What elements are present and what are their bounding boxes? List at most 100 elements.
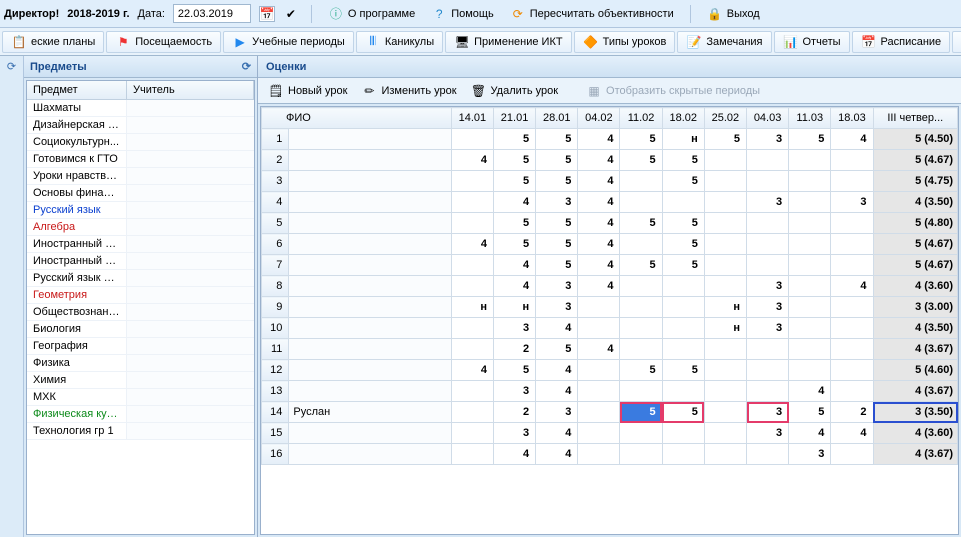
grade-cell[interactable]: 4 [578,234,620,255]
grade-cell[interactable]: 4 [451,360,493,381]
grade-cell[interactable]: 5 [536,255,578,276]
grade-cell[interactable] [578,297,620,318]
grade-cell[interactable]: 5 [536,234,578,255]
date-input[interactable] [173,4,251,23]
nav-subst[interactable]: 👥Замен [952,31,961,53]
grade-cell[interactable]: 5 [493,150,535,171]
subject-row[interactable]: Иностранный яз... [27,253,254,270]
grade-cell[interactable]: н [493,297,535,318]
grade-cell[interactable] [831,297,873,318]
grade-cell[interactable] [451,318,493,339]
grade-cell[interactable]: 5 [536,150,578,171]
grade-cell[interactable]: 3 [536,297,578,318]
about-button[interactable]: ⓘО программе [324,4,419,24]
grade-cell[interactable] [831,318,873,339]
grade-cell[interactable]: 5 [789,129,831,150]
grade-cell[interactable] [620,339,662,360]
grade-row[interactable]: 15545н53545 (4.50) [262,129,958,150]
grade-cell[interactable] [704,360,746,381]
nav-schedule[interactable]: 📅Расписание [852,31,951,53]
grade-cell[interactable]: н [662,129,704,150]
grade-cell[interactable]: 3 [493,423,535,444]
grade-cell[interactable]: 4 [789,381,831,402]
grade-cell[interactable] [831,255,873,276]
grade-cell[interactable]: 3 [747,192,789,213]
new-lesson-button[interactable]: 🗒Новый урок [262,81,353,101]
grade-cell[interactable] [747,444,789,465]
grade-cell[interactable] [789,276,831,297]
subject-row[interactable]: Алгебра [27,219,254,236]
grade-cell[interactable] [831,150,873,171]
grade-row[interactable]: 24554555 (4.67) [262,150,958,171]
grade-cell[interactable]: н [451,297,493,318]
grade-cell[interactable]: 3 [789,444,831,465]
nav-notes[interactable]: 📝Замечания [677,31,771,53]
subject-row[interactable]: Готовимся к ГТО [27,151,254,168]
col-date[interactable]: 04.02 [578,108,620,129]
grade-cell[interactable] [451,423,493,444]
grade-cell[interactable] [451,381,493,402]
grade-cell[interactable] [704,276,746,297]
col-date[interactable]: 11.02 [620,108,662,129]
grade-cell[interactable] [789,234,831,255]
grade-cell[interactable] [620,381,662,402]
grade-cell[interactable]: 4 [831,129,873,150]
grade-cell[interactable]: 5 [536,129,578,150]
grade-cell[interactable]: 3 [747,402,789,423]
grade-cell[interactable] [789,171,831,192]
grade-cell[interactable] [578,444,620,465]
col-summary[interactable]: III четвер... [873,108,957,129]
grade-cell[interactable]: 5 [620,150,662,171]
grade-row[interactable]: 12454555 (4.60) [262,360,958,381]
grade-cell[interactable]: 2 [493,402,535,423]
grade-row[interactable]: 14Руслан23553523 (3.50) [262,402,958,423]
grade-cell[interactable]: 5 [493,129,535,150]
nav-holidays[interactable]: 𝄃𝄃Каникулы [356,31,443,53]
grade-cell[interactable] [704,381,746,402]
refresh-icon[interactable]: ⟳ [242,60,251,73]
grade-cell[interactable]: 2 [493,339,535,360]
exit-button[interactable]: 🔒Выход [703,4,764,24]
nav-periods[interactable]: ▶Учебные периоды [223,31,354,53]
grade-cell[interactable]: 2 [831,402,873,423]
subject-row[interactable]: Уроки нравстве... [27,168,254,185]
grade-cell[interactable] [704,339,746,360]
subjects-grid[interactable]: Предмет Учитель ШахматыДизайнерская м...… [26,80,255,535]
grade-cell[interactable] [704,255,746,276]
grade-cell[interactable]: 4 [578,192,620,213]
grade-cell[interactable] [789,318,831,339]
grade-cell[interactable]: 5 [493,213,535,234]
help-button[interactable]: ?Помощь [427,4,498,24]
grade-cell[interactable] [451,129,493,150]
grade-cell[interactable] [451,444,493,465]
grade-cell[interactable] [747,171,789,192]
grade-cell[interactable]: 5 [536,339,578,360]
delete-lesson-button[interactable]: 🗑Удалить урок [465,81,564,101]
subject-row[interactable]: Социокультурн... [27,134,254,151]
grade-cell[interactable] [662,297,704,318]
col-date[interactable]: 18.02 [662,108,704,129]
grade-cell[interactable]: 5 [493,360,535,381]
grade-row[interactable]: 6455455 (4.67) [262,234,958,255]
grade-cell[interactable]: 5 [662,255,704,276]
recalc-button[interactable]: ⟳Пересчитать объективности [506,4,678,24]
grade-cell[interactable] [662,381,704,402]
grade-cell[interactable]: 3 [747,276,789,297]
grade-cell[interactable]: 5 [493,234,535,255]
grade-cell[interactable] [578,381,620,402]
subject-row[interactable]: Основы финанс... [27,185,254,202]
col-fio[interactable]: ФИО [262,108,452,129]
grade-cell[interactable]: 3 [493,318,535,339]
grade-cell[interactable]: 4 [536,360,578,381]
subject-row[interactable]: Химия [27,372,254,389]
grades-grid-wrap[interactable]: ФИО14.0121.0128.0104.0211.0218.0225.0204… [260,106,959,535]
grade-cell[interactable]: 4 [536,423,578,444]
grade-cell[interactable] [451,402,493,423]
grade-cell[interactable]: 5 [620,213,662,234]
grade-cell[interactable] [451,192,493,213]
grade-cell[interactable] [662,318,704,339]
grade-cell[interactable] [620,423,662,444]
calendar-icon[interactable]: 📅 [259,6,275,22]
grade-cell[interactable]: 3 [536,402,578,423]
grade-cell[interactable]: 5 [536,213,578,234]
